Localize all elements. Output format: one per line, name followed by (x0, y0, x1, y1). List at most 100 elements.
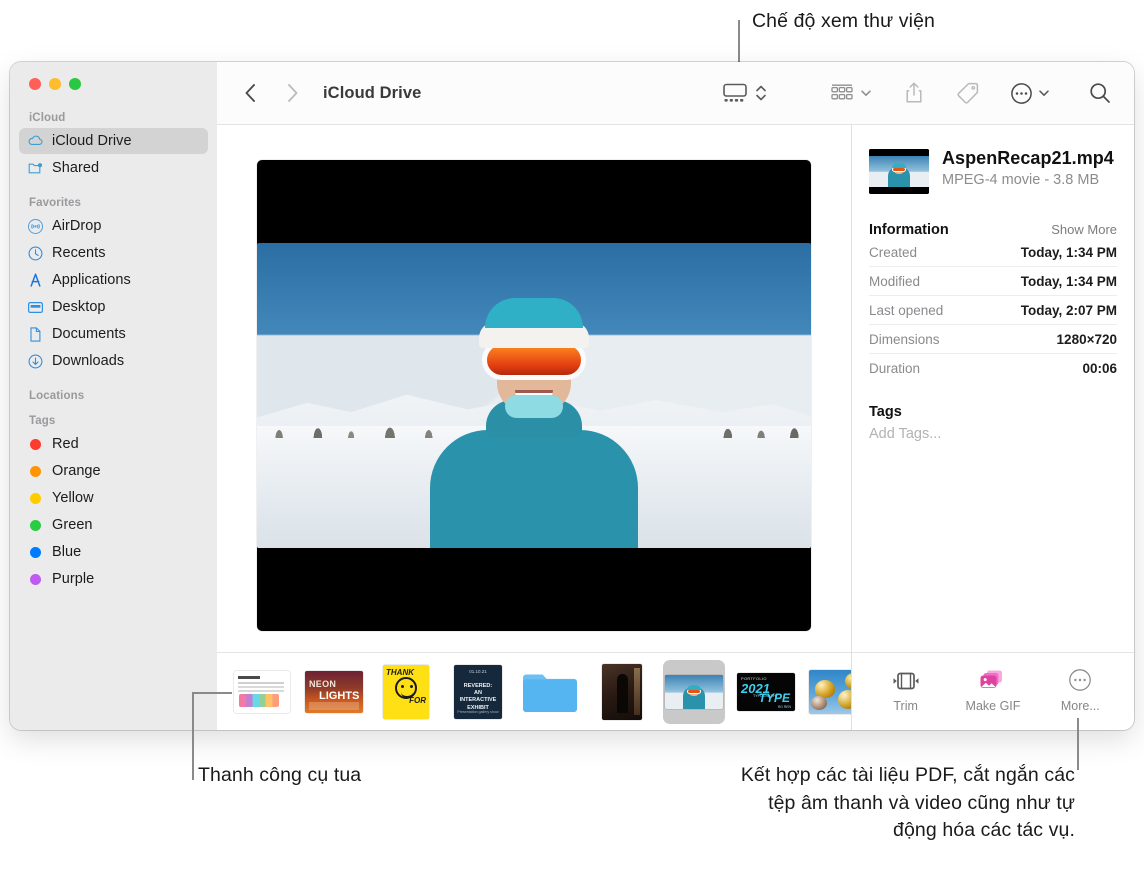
file-thumbnail (869, 149, 929, 194)
callout-line-bottom-right (1077, 718, 1079, 770)
close-button[interactable] (29, 78, 41, 90)
inspector-pane: AspenRecap21.mp4 MPEG-4 movie - 3.8 MB I… (851, 125, 1134, 730)
cloud-icon (27, 133, 44, 150)
sidebar-item-tag-red[interactable]: Red (19, 431, 208, 457)
thumbnail-silhouette-photo[interactable] (591, 660, 653, 724)
callout-bottom-right-label: Kết hợp các tài liệu PDF, cắt ngắn các t… (740, 764, 1075, 842)
sidebar-item-shared[interactable]: Shared (19, 155, 208, 181)
quick-action-label: More... (1060, 699, 1100, 713)
toolbar: iCloud Drive (217, 62, 1134, 125)
tag-dot-icon (27, 490, 44, 507)
sidebar-item-airdrop[interactable]: AirDrop (19, 213, 208, 239)
thumbnail-thank-you-poster[interactable]: THANK FOR (375, 660, 437, 724)
zoom-button[interactable] (69, 78, 81, 90)
view-control-group[interactable] (722, 76, 767, 110)
sidebar-item-documents[interactable]: Documents (19, 321, 208, 347)
sidebar-item-label: Downloads (52, 353, 125, 369)
tag-dot-icon (27, 517, 44, 534)
chevron-down-icon[interactable] (860, 76, 872, 110)
breadcrumb[interactable]: iCloud Drive (323, 84, 421, 103)
thumbnail-neon-lights-poster[interactable]: NEON LIGHTS (303, 660, 365, 724)
group-view-group[interactable] (829, 76, 872, 110)
preview-area (217, 125, 851, 652)
sidebar-item-tag-orange[interactable]: Orange (19, 458, 208, 484)
share-icon[interactable] (904, 76, 924, 110)
thumbnail-revered-exhibit-poster[interactable]: 01.10.21 REVERED: AN INTERACTIVE EXHIBIT… (447, 660, 509, 724)
tags-title: Tags (869, 404, 902, 420)
thumbnail-aspen-recap-video[interactable] (663, 659, 725, 724)
skier-subject (427, 297, 641, 548)
info-key: Created (869, 245, 918, 260)
search-icon[interactable] (1088, 76, 1112, 110)
finder-window: iCloud iCloud Drive Shared Favorites Air… (10, 62, 1134, 730)
thumbnail-typography-portfolio[interactable]: PORTFOLIO 2021 TYPOGRAPHY TYPE RG REN (735, 660, 797, 724)
tag-icon[interactable] (956, 76, 980, 110)
download-icon (27, 353, 44, 370)
sidebar-item-label: Green (52, 517, 93, 533)
info-key: Last opened (869, 303, 944, 318)
thumb-text: FOR (409, 695, 426, 705)
sidebar-item-label: Recents (52, 245, 106, 261)
tag-dot-icon (27, 463, 44, 480)
quick-actions-bar: Trim Make GIF More... (852, 652, 1134, 730)
sidebar-item-label: Documents (52, 326, 126, 342)
window-controls (19, 62, 208, 90)
sidebar-item-label: Desktop (52, 299, 106, 315)
thumbnail-strip[interactable]: NEON LIGHTS THANK FOR 01.10.21 REVERED: … (217, 652, 851, 730)
forward-button[interactable] (277, 78, 307, 108)
sidebar-item-applications[interactable]: Applications (19, 267, 208, 293)
sidebar-item-tag-green[interactable]: Green (19, 512, 208, 538)
folder-icon (523, 674, 577, 712)
video-preview[interactable] (257, 160, 811, 631)
trim-icon (889, 666, 923, 692)
quick-action-trim[interactable]: Trim (864, 666, 948, 713)
clock-icon (27, 245, 44, 262)
sidebar-item-desktop[interactable]: Desktop (19, 294, 208, 320)
gallery-view-icon[interactable] (722, 76, 748, 110)
thumbnail-gold-balloons-photo[interactable] (807, 660, 851, 724)
group-view-icon[interactable] (829, 76, 855, 110)
add-tags-input[interactable]: Add Tags... (869, 426, 1117, 442)
file-name: AspenRecap21.mp4 (942, 148, 1114, 168)
back-button[interactable] (235, 78, 265, 108)
sidebar: iCloud iCloud Drive Shared Favorites Air… (10, 62, 217, 730)
sidebar-item-label: Yellow (52, 490, 94, 506)
info-key: Dimensions (869, 332, 940, 347)
sidebar-item-label: Red (52, 436, 79, 452)
sidebar-item-downloads[interactable]: Downloads (19, 348, 208, 374)
shared-folder-icon (27, 160, 44, 177)
minimize-button[interactable] (49, 78, 61, 90)
file-header: AspenRecap21.mp4 MPEG-4 movie - 3.8 MB (869, 148, 1117, 194)
quick-action-more[interactable]: More... (1038, 666, 1122, 713)
more-circle-icon[interactable] (1010, 76, 1033, 110)
thumbnail-chart-document[interactable] (231, 660, 293, 724)
sidebar-item-label: AirDrop (52, 218, 102, 234)
callout-bottom-left-label: Thanh công cụ tua (198, 764, 362, 786)
airdrop-icon (27, 218, 44, 235)
info-key: Modified (869, 274, 921, 289)
chevron-down-icon[interactable] (1038, 76, 1050, 110)
sidebar-item-recents[interactable]: Recents (19, 240, 208, 266)
desktop-icon (27, 299, 44, 316)
video-frame (257, 243, 811, 548)
tag-dot-icon (27, 571, 44, 588)
sidebar-item-label: iCloud Drive (52, 133, 132, 149)
callout-top-label: Chế độ xem thư viện (752, 10, 935, 32)
thumb-text: LIGHTS (319, 689, 360, 702)
information-title: Information (869, 222, 949, 238)
sidebar-item-tag-purple[interactable]: Purple (19, 566, 208, 592)
thumb-text: RG REN (777, 704, 791, 709)
quick-action-make-gif[interactable]: Make GIF (951, 666, 1035, 713)
info-row-modified: Modified Today, 1:34 PM (869, 267, 1117, 296)
sidebar-item-icloud-drive[interactable]: iCloud Drive (19, 128, 208, 154)
view-stepper-icon[interactable] (755, 76, 767, 110)
thumb-text: THANK (386, 667, 414, 677)
sidebar-section-icloud: iCloud (29, 112, 66, 124)
thumb-text: Presentation gallery show (457, 709, 499, 714)
tag-dot-icon (27, 436, 44, 453)
sidebar-item-tag-blue[interactable]: Blue (19, 539, 208, 565)
sidebar-item-tag-yellow[interactable]: Yellow (19, 485, 208, 511)
show-more-link[interactable]: Show More (1051, 222, 1117, 237)
more-actions-group[interactable] (1010, 76, 1050, 110)
thumbnail-folder[interactable] (519, 660, 581, 724)
